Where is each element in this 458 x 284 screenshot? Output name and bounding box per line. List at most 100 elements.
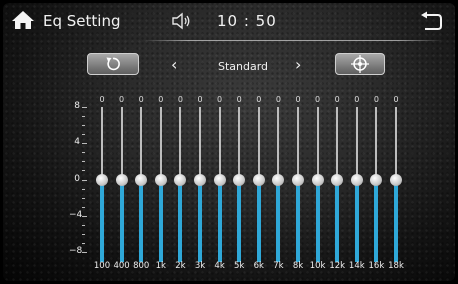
page-title: Eq Setting: [43, 12, 121, 30]
eq-band-8k: 0 8k: [289, 91, 307, 271]
band-value: 0: [295, 95, 301, 104]
clock: 10 : 50: [217, 12, 277, 30]
scale-tick: [82, 252, 87, 253]
slider-knob[interactable]: [96, 173, 108, 186]
home-icon[interactable]: [11, 10, 35, 30]
band-value: 0: [177, 95, 183, 104]
eq-band-7k: 0 7k: [269, 91, 287, 271]
slider-knob[interactable]: [350, 173, 363, 186]
eq-screen: Eq Setting 10 : 50 ‹ Standard › 8 4 0 −4 −8 …: [3, 3, 455, 281]
band-value: 0: [197, 95, 203, 104]
reset-button[interactable]: [87, 53, 139, 75]
slider-knob[interactable]: [213, 173, 226, 186]
slider-fill: [217, 179, 222, 262]
scale-tick: [82, 180, 87, 181]
target-button[interactable]: [335, 53, 385, 75]
eq-band-12k: 0 12k: [328, 91, 346, 271]
scale-tick: [82, 143, 87, 144]
band-value: 0: [315, 95, 321, 104]
band-frequency-label: 18k: [388, 261, 404, 271]
slider-fill: [119, 179, 124, 262]
scale-tick: [82, 216, 87, 217]
eq-band-2k: 0 2k: [171, 91, 189, 271]
band-value: 0: [256, 95, 262, 104]
slider-knob[interactable]: [115, 173, 128, 186]
scale-tick: [82, 161, 85, 162]
header-divider: [143, 40, 443, 41]
eq-band-10k: 0 10k: [309, 91, 327, 271]
slider-knob[interactable]: [154, 173, 167, 186]
eq-band-400: 0 400: [113, 91, 131, 271]
eq-band-100: 0 100: [93, 91, 111, 271]
slider-fill: [394, 179, 398, 262]
reset-icon: [106, 57, 120, 71]
slider-fill: [256, 179, 261, 262]
band-value: 0: [354, 95, 360, 104]
scale-tick: [82, 207, 85, 208]
eq-band-14k: 0 14k: [348, 91, 366, 271]
slider-knob[interactable]: [272, 173, 285, 186]
band-value: 0: [275, 95, 281, 104]
band-value: 0: [393, 95, 399, 104]
scale-label: 0: [74, 173, 80, 184]
scale-tick: [82, 170, 85, 171]
eq-band-800: 0 800: [132, 91, 150, 271]
back-return-icon[interactable]: [419, 11, 443, 31]
scale-label: −8: [69, 246, 83, 256]
eq-band-3k: 0 3k: [191, 91, 209, 271]
slider-knob[interactable]: [252, 173, 265, 186]
slider-fill: [354, 179, 359, 262]
slider-fill: [335, 179, 340, 262]
slider-knob[interactable]: [331, 173, 344, 186]
scale-tick: [82, 243, 85, 244]
band-value: 0: [373, 95, 379, 104]
scale-label: 8: [74, 101, 80, 111]
slider-fill: [198, 179, 202, 262]
slider-knob[interactable]: [311, 173, 324, 186]
slider-fill: [139, 179, 144, 262]
band-value: 0: [138, 95, 144, 104]
scale-tick: [82, 225, 85, 226]
slider-fill: [237, 179, 242, 262]
slider-knob[interactable]: [390, 173, 402, 186]
slider-fill: [276, 179, 281, 262]
slider-fill: [315, 179, 320, 262]
eq-band-5k: 0 5k: [230, 91, 248, 271]
slider-fill: [100, 179, 104, 262]
scale-tick: [82, 134, 85, 135]
band-value: 0: [217, 95, 223, 104]
preset-name: Standard: [217, 60, 269, 73]
eq-band-4k: 0 4k: [211, 91, 229, 271]
top-bar: Eq Setting 10 : 50: [3, 3, 455, 39]
band-value: 0: [119, 95, 125, 104]
scale-tick: [82, 116, 85, 117]
scale-tick: [82, 189, 85, 190]
slider-knob[interactable]: [174, 173, 187, 186]
eq-band-16k: 0 16k: [367, 91, 385, 271]
eq-band-1k: 0 1k: [152, 91, 170, 271]
band-value: 0: [99, 95, 105, 104]
slider-fill: [374, 179, 379, 262]
band-value: 0: [236, 95, 242, 104]
eq-band-18k: 0 18k: [387, 91, 405, 271]
eq-band-6k: 0 6k: [250, 91, 268, 271]
scale-tick: [82, 234, 85, 235]
slider-fill: [178, 179, 183, 262]
next-preset-button[interactable]: ›: [295, 55, 301, 74]
slider-knob[interactable]: [194, 173, 206, 186]
speaker-icon[interactable]: [171, 12, 191, 30]
scale-tick: [82, 198, 85, 199]
slider-fill: [158, 179, 163, 262]
scale-tick: [82, 107, 87, 108]
slider-knob[interactable]: [135, 173, 148, 186]
slider-knob[interactable]: [233, 173, 246, 186]
previous-preset-button[interactable]: ‹: [171, 55, 177, 74]
scale-label: 4: [74, 137, 80, 148]
scale-tick: [82, 152, 85, 153]
scale-tick: [82, 125, 85, 126]
slider-knob[interactable]: [292, 173, 304, 186]
crosshair-icon: [351, 55, 369, 73]
band-value: 0: [158, 95, 164, 104]
slider-knob[interactable]: [370, 173, 383, 186]
scale-label: −4: [69, 209, 83, 220]
